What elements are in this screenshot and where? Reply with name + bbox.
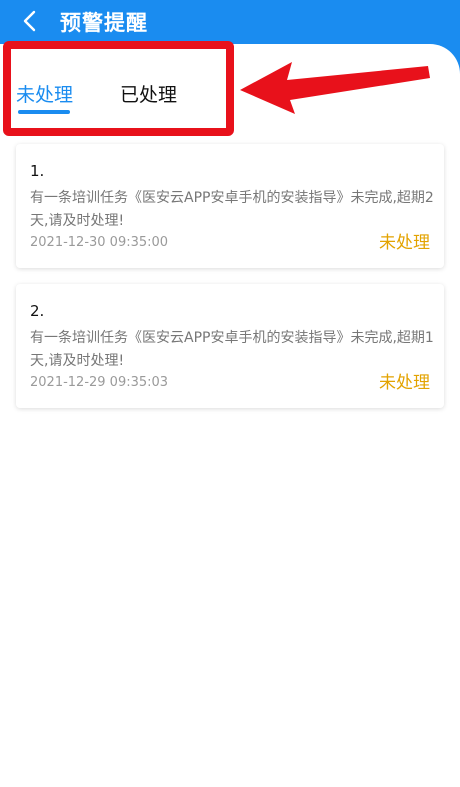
card-message: 有一条培训任务《医安云APP安卓手机的安装指导》未完成,超期2天,请及时处理! bbox=[30, 190, 434, 229]
card-timestamp: 2021-12-30 09:35:00 bbox=[30, 235, 169, 250]
card-number: 2. bbox=[30, 302, 45, 320]
card-status-badge: 未处理 bbox=[379, 373, 430, 393]
arrow-left-icon bbox=[240, 62, 430, 114]
page-title: 预警提醒 bbox=[60, 11, 148, 35]
back-button[interactable] bbox=[10, 2, 50, 40]
alert-card[interactable]: 2. 有一条培训任务《医安云APP安卓手机的安装指导》未完成,超期1天,请及时处… bbox=[16, 284, 444, 408]
annotation-highlight-box bbox=[3, 41, 234, 136]
chevron-left-icon bbox=[23, 10, 36, 32]
card-status-badge: 未处理 bbox=[379, 233, 430, 253]
card-timestamp: 2021-12-29 09:35:03 bbox=[30, 375, 169, 390]
card-number: 1. bbox=[30, 162, 45, 180]
alert-card[interactable]: 1. 有一条培训任务《医安云APP安卓手机的安装指导》未完成,超期2天,请及时处… bbox=[16, 144, 444, 268]
card-message: 有一条培训任务《医安云APP安卓手机的安装指导》未完成,超期1天,请及时处理! bbox=[30, 330, 434, 369]
top-bar: 预警提醒 bbox=[0, 0, 460, 44]
content-sheet: 未处理 已处理 1. 有一条培训任务《医安云APP安卓手机的安装指导》未完成,超… bbox=[0, 44, 460, 787]
